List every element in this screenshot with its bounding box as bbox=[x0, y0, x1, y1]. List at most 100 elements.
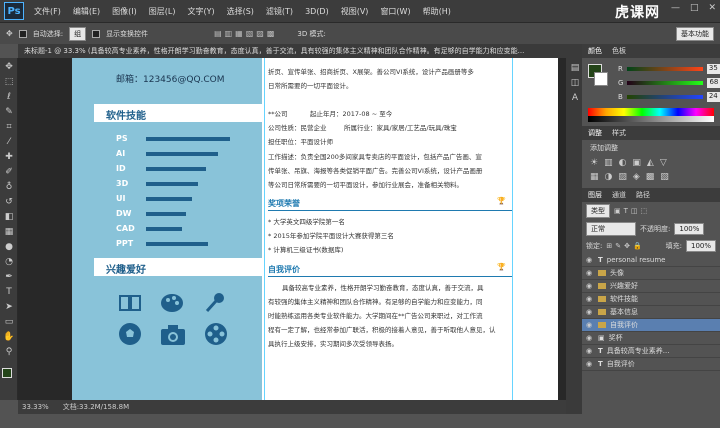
job-company: **公司 bbox=[268, 110, 288, 118]
layer-kind-dropdown[interactable]: 类型 bbox=[586, 204, 610, 218]
layer-row[interactable]: ◉ 头像 bbox=[582, 267, 720, 280]
opacity-field[interactable]: 100% bbox=[674, 223, 705, 235]
brush-tool-icon[interactable]: ✐ bbox=[3, 166, 15, 178]
gray-ramp[interactable] bbox=[588, 116, 714, 122]
tab-paths[interactable]: 路径 bbox=[636, 190, 650, 200]
align-icons[interactable]: ▤▥▦▧▨▩ bbox=[214, 29, 277, 38]
job-industry: 所属行业：家具/家居/工艺品/玩具/珠宝 bbox=[344, 124, 457, 132]
menu-edit[interactable]: 编辑(E) bbox=[67, 6, 106, 17]
layer-row[interactable]: ◉ 自我评价 bbox=[582, 319, 720, 332]
menu-type[interactable]: 文字(Y) bbox=[181, 6, 220, 17]
layer-row[interactable]: ◉ 基本信息 bbox=[582, 306, 720, 319]
menu-select[interactable]: 选择(S) bbox=[221, 6, 260, 17]
eye-icon[interactable]: ◉ bbox=[586, 282, 594, 290]
layer-row[interactable]: ◉ Tpersonal resume bbox=[582, 254, 720, 267]
path-select-icon[interactable]: ➤ bbox=[3, 301, 15, 313]
spectrum-bar[interactable] bbox=[588, 108, 714, 116]
foreground-color-swatch[interactable] bbox=[2, 368, 12, 378]
dodge-tool-icon[interactable]: ◔ bbox=[3, 256, 15, 268]
filter-icons[interactable]: ▣T◫⬚ bbox=[614, 207, 650, 215]
color-panel-tabs: 颜色 色板 bbox=[582, 44, 720, 58]
character-panel-icon[interactable]: A bbox=[569, 92, 581, 104]
tab-layers[interactable]: 图层 bbox=[588, 190, 602, 200]
folder-icon bbox=[598, 296, 606, 302]
minimize-button[interactable]: — bbox=[671, 3, 680, 13]
text-layer-icon: T bbox=[598, 347, 603, 355]
eye-icon[interactable]: ◉ bbox=[586, 269, 594, 277]
layer-name: 软件技能 bbox=[610, 295, 638, 303]
tab-color[interactable]: 颜色 bbox=[588, 46, 602, 56]
stamp-tool-icon[interactable]: ♁ bbox=[3, 181, 15, 193]
document-tab[interactable]: 未标题-1 @ 33.3% (具备较高专业素养，性格开朗学习勤奋教育，态度认真，… bbox=[18, 44, 578, 58]
menu-image[interactable]: 图像(I) bbox=[106, 6, 143, 17]
layer-row[interactable]: ◉ ▣ 奖杯 bbox=[582, 332, 720, 345]
eye-icon[interactable]: ◉ bbox=[586, 334, 594, 342]
menu-3d[interactable]: 3D(D) bbox=[299, 7, 335, 16]
zoom-level[interactable]: 33.33% bbox=[22, 403, 49, 411]
quick-select-icon[interactable]: ✎ bbox=[3, 106, 15, 118]
eye-icon[interactable]: ◉ bbox=[586, 308, 594, 316]
eye-icon[interactable]: ◉ bbox=[586, 256, 594, 264]
blur-tool-icon[interactable]: ● bbox=[3, 241, 15, 253]
menu-view[interactable]: 视图(V) bbox=[335, 6, 375, 17]
move-tool-icon[interactable]: ✥ bbox=[3, 61, 15, 73]
type-tool-icon[interactable]: T bbox=[3, 286, 15, 298]
menu-window[interactable]: 窗口(W) bbox=[374, 6, 416, 17]
crop-tool-icon[interactable]: ⌗ bbox=[3, 121, 15, 133]
shape-tool-icon[interactable]: ▭ bbox=[3, 316, 15, 328]
auto-select-checkbox[interactable] bbox=[18, 29, 27, 38]
auto-select-dropdown[interactable]: 组 bbox=[69, 26, 87, 41]
self-eval-title: 自我评价 bbox=[268, 265, 300, 274]
gradient-tool-icon[interactable]: ▦ bbox=[3, 226, 15, 238]
adjustment-icons-row2[interactable]: ▦◑▨◈▩▧ bbox=[582, 170, 720, 184]
canvas-area[interactable]: 邮箱：123456@QQ.COM 软件技能 PS AI ID 3D UI DW CAD PPT… bbox=[18, 58, 566, 400]
menu-filter[interactable]: 滤镜(T) bbox=[260, 6, 299, 17]
eyedropper-icon[interactable]: ⁄ bbox=[3, 136, 15, 148]
tab-swatches[interactable]: 色板 bbox=[612, 46, 626, 56]
properties-panel-icon[interactable]: ◫ bbox=[569, 77, 581, 89]
blue-value[interactable]: 24 bbox=[706, 92, 720, 102]
eye-icon[interactable]: ◉ bbox=[586, 360, 594, 368]
pen-tool-icon[interactable]: ✒ bbox=[3, 271, 15, 283]
menu-layer[interactable]: 图层(L) bbox=[143, 6, 182, 17]
eye-icon[interactable]: ◉ bbox=[586, 295, 594, 303]
show-transform-checkbox[interactable] bbox=[92, 29, 101, 38]
red-slider[interactable] bbox=[626, 67, 703, 71]
layer-row[interactable]: ◉ 兴趣爱好 bbox=[582, 280, 720, 293]
zoom-tool-icon[interactable]: ⚲ bbox=[3, 346, 15, 358]
green-slider[interactable] bbox=[627, 81, 704, 85]
marquee-tool-icon[interactable]: ⬚ bbox=[3, 76, 15, 88]
layer-row[interactable]: ◉ T 自我评价 bbox=[582, 358, 720, 371]
close-button[interactable]: ✕ bbox=[708, 3, 716, 13]
adjustment-icons[interactable]: ☀▥◐▣◭▽ bbox=[582, 156, 720, 170]
resume-document[interactable]: 邮箱：123456@QQ.COM 软件技能 PS AI ID 3D UI DW CAD PPT… bbox=[72, 58, 558, 400]
tab-styles[interactable]: 样式 bbox=[612, 128, 626, 138]
tab-channels[interactable]: 通道 bbox=[612, 190, 626, 200]
history-brush-icon[interactable]: ↺ bbox=[3, 196, 15, 208]
hand-tool-icon[interactable]: ✋ bbox=[3, 331, 15, 343]
layer-row[interactable]: ◉ 软件技能 bbox=[582, 293, 720, 306]
healing-brush-icon[interactable]: ✚ bbox=[3, 151, 15, 163]
red-value[interactable]: 35 bbox=[706, 64, 720, 74]
tab-adjustments[interactable]: 调整 bbox=[588, 128, 602, 138]
fill-field[interactable]: 100% bbox=[685, 240, 716, 252]
maximize-button[interactable]: □ bbox=[690, 3, 699, 13]
blue-slider[interactable] bbox=[626, 95, 703, 99]
blend-mode-dropdown[interactable]: 正常 bbox=[586, 222, 636, 236]
eye-icon[interactable]: ◉ bbox=[586, 321, 594, 329]
green-value[interactable]: 68 bbox=[707, 78, 720, 88]
lasso-tool-icon[interactable]: ℓ bbox=[3, 91, 15, 103]
history-panel-icon[interactable]: ▤ bbox=[569, 62, 581, 74]
eraser-tool-icon[interactable]: ◧ bbox=[3, 211, 15, 223]
lock-icons[interactable]: ⊞✎✥🔒 bbox=[606, 242, 644, 250]
layer-name: 自我评价 bbox=[606, 360, 635, 368]
workspace-dropdown[interactable]: 基本功能 bbox=[676, 26, 714, 41]
menu-file[interactable]: 文件(F) bbox=[28, 6, 67, 17]
job-desc-3: 等公司日常所需要的一切平面设计，参加行业展会，准备相关物料。 bbox=[268, 181, 463, 189]
eye-icon[interactable]: ◉ bbox=[586, 347, 594, 355]
layer-row[interactable]: ◉ T 具备较高专业素养... bbox=[582, 345, 720, 358]
window-controls: — □ ✕ bbox=[671, 3, 716, 13]
menu-help[interactable]: 帮助(H) bbox=[417, 6, 457, 17]
background-color-swatch[interactable] bbox=[594, 72, 608, 86]
folder-icon bbox=[598, 322, 606, 328]
